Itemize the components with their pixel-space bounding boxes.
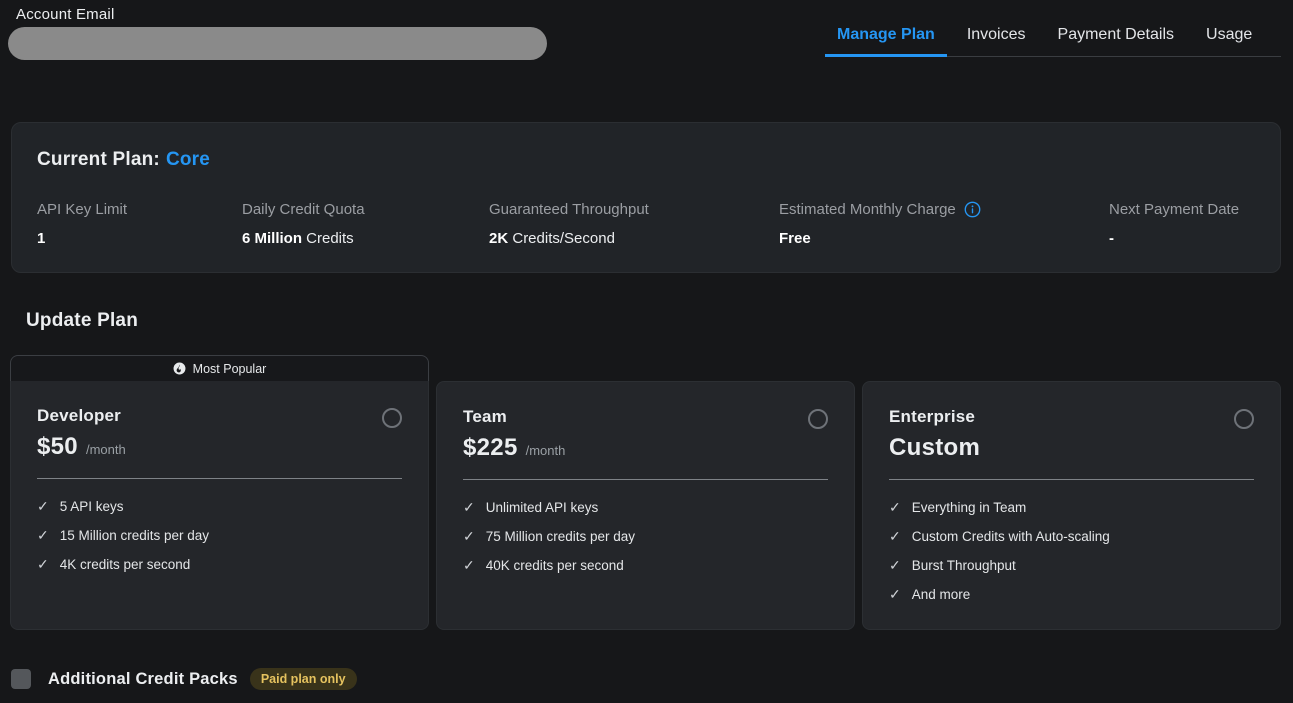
stat-value: Free: [779, 230, 1109, 247]
stat-value: -: [1109, 230, 1255, 247]
stat-label: Next Payment Date: [1109, 201, 1239, 218]
check-icon: ✓: [37, 556, 49, 573]
plan-radio-enterprise[interactable]: [1234, 409, 1254, 429]
tab-manage-plan[interactable]: Manage Plan: [825, 16, 947, 57]
most-popular-banner: Most Popular: [10, 355, 429, 381]
feature-item: ✓Unlimited API keys: [463, 493, 828, 522]
check-icon: ✓: [463, 557, 475, 574]
stat-label: Daily Credit Quota: [242, 201, 365, 218]
plan-price: $50: [37, 433, 78, 461]
plan-card-team[interactable]: Team $225 /month ✓Unlimited API keys ✓75…: [436, 381, 855, 630]
feature-item: ✓Custom Credits with Auto-scaling: [889, 522, 1254, 551]
tab-invoices[interactable]: Invoices: [955, 16, 1038, 57]
stat-label: Guaranteed Throughput: [489, 201, 649, 218]
credit-packs-label: Additional Credit Packs: [48, 670, 238, 689]
stat-label: API Key Limit: [37, 201, 127, 218]
paid-plan-only-badge: Paid plan only: [250, 668, 357, 690]
stat-guaranteed-throughput: Guaranteed Throughput 2K Credits/Second: [489, 201, 779, 247]
tab-usage[interactable]: Usage: [1194, 16, 1264, 57]
tab-payment-details[interactable]: Payment Details: [1046, 16, 1187, 57]
feature-item: ✓And more: [889, 580, 1254, 609]
plan-price: Custom: [889, 434, 980, 462]
plan-features: ✓5 API keys ✓15 Million credits per day …: [37, 492, 402, 579]
stat-api-key-limit: API Key Limit 1: [37, 201, 242, 247]
plan-period: /month: [526, 443, 566, 458]
divider: [889, 479, 1254, 480]
billing-tabs: Manage Plan Invoices Payment Details Usa…: [825, 16, 1281, 57]
feature-item: ✓5 API keys: [37, 492, 402, 521]
plan-card-enterprise[interactable]: Enterprise Custom ✓Everything in Team ✓C…: [862, 381, 1281, 630]
feature-item: ✓Everything in Team: [889, 493, 1254, 522]
plan-name: Developer: [37, 406, 121, 426]
plan-radio-team[interactable]: [808, 409, 828, 429]
plan-card-developer-body: Developer $50 /month ✓5 API keys ✓15 Mil…: [10, 381, 429, 630]
current-plan-card: Current Plan: Core API Key Limit 1 Daily …: [11, 122, 1281, 273]
plan-radio-developer[interactable]: [382, 408, 402, 428]
plan-name: Enterprise: [889, 407, 975, 427]
account-email-label: Account Email: [16, 6, 114, 23]
divider: [37, 478, 402, 479]
check-icon: ✓: [889, 528, 901, 545]
info-icon[interactable]: [964, 201, 981, 218]
additional-credit-packs-row: Additional Credit Packs Paid plan only: [11, 668, 357, 690]
credit-packs-checkbox[interactable]: [11, 669, 31, 689]
feature-item: ✓Burst Throughput: [889, 551, 1254, 580]
check-icon: ✓: [463, 499, 475, 516]
plan-name: Team: [463, 407, 507, 427]
check-icon: ✓: [889, 499, 901, 516]
check-icon: ✓: [37, 498, 49, 515]
plan-period: /month: [86, 442, 126, 457]
feature-item: ✓15 Million credits per day: [37, 521, 402, 550]
check-icon: ✓: [463, 528, 475, 545]
stat-estimated-monthly-charge: Estimated Monthly Charge Free: [779, 201, 1109, 247]
stat-daily-credit-quota: Daily Credit Quota 6 Million Credits: [242, 201, 489, 247]
check-icon: ✓: [889, 586, 901, 603]
plan-features: ✓Everything in Team ✓Custom Credits with…: [889, 493, 1254, 609]
current-plan-stats: API Key Limit 1 Daily Credit Quota 6 Mil…: [37, 201, 1255, 247]
update-plan-heading: Update Plan: [26, 310, 138, 332]
check-icon: ✓: [37, 527, 49, 544]
plan-features: ✓Unlimited API keys ✓75 Million credits …: [463, 493, 828, 580]
current-plan-title: Current Plan: Core: [37, 149, 210, 171]
feature-item: ✓75 Million credits per day: [463, 522, 828, 551]
divider: [463, 479, 828, 480]
plan-card-developer[interactable]: Most Popular Developer $50 /month ✓5 API…: [10, 355, 429, 630]
stat-value: 1: [37, 230, 242, 247]
current-plan-name: Core: [166, 149, 210, 170]
stat-value: 6 Million Credits: [242, 230, 489, 247]
most-popular-label: Most Popular: [193, 362, 267, 376]
account-email-input[interactable]: [8, 27, 547, 60]
stat-label: Estimated Monthly Charge: [779, 201, 981, 218]
feature-item: ✓4K credits per second: [37, 550, 402, 579]
plan-price: $225: [463, 434, 518, 462]
feature-item: ✓40K credits per second: [463, 551, 828, 580]
flame-icon: [173, 362, 186, 375]
stat-value: 2K Credits/Second: [489, 230, 779, 247]
check-icon: ✓: [889, 557, 901, 574]
stat-next-payment-date: Next Payment Date -: [1109, 201, 1255, 247]
current-plan-title-label: Current Plan:: [37, 149, 160, 170]
